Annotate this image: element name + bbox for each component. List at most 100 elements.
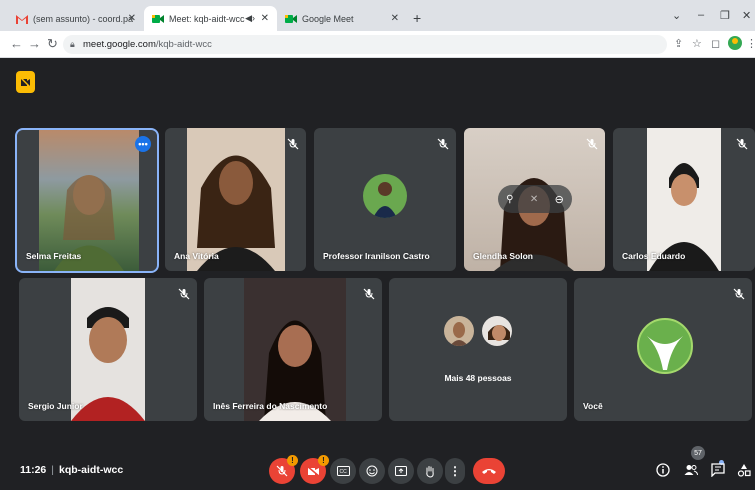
participant-name: Glendha Solon bbox=[473, 251, 533, 261]
mic-off-icon bbox=[287, 138, 299, 150]
participant-tile-glendha[interactable]: ⚲ ✕ ⊖ Glendha Solon bbox=[464, 128, 605, 271]
mic-toggle-button[interactable]: ! bbox=[269, 455, 298, 484]
participant-name: Sergio Junior bbox=[28, 401, 83, 411]
camera-off-icon bbox=[306, 465, 320, 477]
back-icon[interactable]: ← bbox=[10, 36, 23, 51]
close-icon[interactable]: ✕ bbox=[391, 13, 399, 24]
tab-label: Google Meet bbox=[302, 13, 354, 24]
captions-button[interactable]: CC bbox=[330, 458, 356, 484]
participant-tile-carlos[interactable]: Carlos Eduardo bbox=[613, 128, 755, 271]
participant-name: Inês Ferreira do Nascimento bbox=[213, 401, 328, 411]
share-icon[interactable]: ⇪ bbox=[674, 37, 683, 50]
end-call-icon bbox=[482, 469, 496, 474]
mic-off-icon bbox=[586, 138, 598, 150]
tab-search-icon[interactable]: ⌄ bbox=[672, 9, 681, 22]
tab-gmail[interactable]: (sem assunto) - coord.pacajus@ ✕ bbox=[8, 6, 144, 31]
meeting-time: 11:26 bbox=[20, 464, 47, 476]
svg-text:CC: CC bbox=[339, 469, 347, 475]
participant-video bbox=[39, 130, 139, 271]
self-tile[interactable]: Você bbox=[574, 278, 752, 421]
restore-icon[interactable]: ❐ bbox=[720, 9, 730, 22]
forward-icon[interactable]: → bbox=[28, 36, 41, 51]
present-button[interactable] bbox=[388, 458, 414, 484]
more-options-button[interactable]: ⋮ bbox=[445, 458, 465, 484]
mic-off-icon bbox=[363, 288, 375, 300]
activities-icon bbox=[737, 464, 751, 477]
side-panel-icon[interactable]: ◻ bbox=[711, 37, 720, 50]
tab-google-meet[interactable]: Google Meet ✕ bbox=[277, 6, 407, 31]
profile-avatar[interactable] bbox=[728, 36, 742, 53]
mic-off-icon bbox=[736, 138, 748, 150]
meet-icon bbox=[152, 14, 164, 24]
tile-hover-controls: ⚲ ✕ ⊖ bbox=[498, 185, 572, 213]
raise-hand-icon bbox=[426, 465, 434, 478]
avatar bbox=[480, 314, 514, 348]
others-count-label: Mais 48 pessoas bbox=[444, 373, 512, 383]
lock-icon: 🔒︎ bbox=[70, 39, 75, 49]
bookmark-star-icon[interactable]: ☆ bbox=[692, 37, 702, 50]
url-domain: meet.google.com bbox=[83, 39, 156, 50]
meeting-controls-bar: 11:26 | kqb-aidt-wcc ! ! CC ⋮ 57 bbox=[0, 446, 755, 490]
participant-video bbox=[71, 278, 145, 421]
chat-icon bbox=[711, 463, 725, 477]
warning-icon: ! bbox=[287, 455, 298, 466]
participant-video bbox=[647, 128, 721, 271]
participant-video bbox=[187, 128, 285, 271]
more-options-icon: ⋮ bbox=[449, 464, 461, 478]
speaker-icon[interactable]: ◀› bbox=[245, 13, 255, 24]
remove-icon[interactable]: ⊖ bbox=[555, 193, 564, 206]
participant-count-badge: 57 bbox=[691, 446, 705, 460]
more-options-icon[interactable]: ••• bbox=[135, 136, 151, 152]
camera-toggle-button[interactable]: ! bbox=[300, 455, 329, 484]
activities-button[interactable] bbox=[735, 461, 753, 479]
mic-off-icon bbox=[276, 465, 288, 477]
raise-hand-button[interactable] bbox=[417, 458, 443, 484]
browser-tab-strip: (sem assunto) - coord.pacajus@ ✕ Meet: k… bbox=[0, 0, 755, 31]
avatar bbox=[444, 316, 474, 346]
video-off-icon bbox=[20, 76, 31, 88]
emoji-icon bbox=[366, 465, 378, 477]
avatar bbox=[363, 174, 407, 218]
warning-icon: ! bbox=[318, 455, 329, 466]
participant-name: Professor Iranilson Castro bbox=[323, 251, 430, 261]
minimize-icon[interactable]: – bbox=[698, 9, 704, 21]
avatar bbox=[637, 318, 693, 374]
mute-participant-icon[interactable]: ✕ bbox=[530, 194, 538, 205]
gmail-icon bbox=[16, 14, 28, 24]
pin-icon[interactable]: ⚲ bbox=[506, 194, 513, 205]
meeting-details-button[interactable] bbox=[654, 461, 672, 479]
participant-name: Você bbox=[583, 401, 603, 411]
participant-tile-iranilson[interactable]: Professor Iranilson Castro bbox=[314, 128, 456, 271]
meeting-code: kqb-aidt-wcc bbox=[59, 464, 124, 476]
close-icon[interactable]: ✕ bbox=[128, 13, 136, 24]
captions-icon: CC bbox=[336, 466, 350, 476]
mic-off-icon bbox=[437, 138, 449, 150]
menu-icon[interactable]: ⋮ bbox=[746, 37, 755, 50]
chat-button[interactable] bbox=[709, 461, 727, 479]
participant-tile-selma[interactable]: ••• Selma Freitas bbox=[15, 128, 159, 273]
reactions-button[interactable] bbox=[359, 458, 385, 484]
others-tile[interactable]: Mais 48 pessoas bbox=[389, 278, 567, 421]
address-bar-row: ← → ↻ 🔒︎ meet.google.com/kqb-aidt-wcc ⇪ … bbox=[0, 31, 755, 58]
tab-label: (sem assunto) - coord.pacajus@ bbox=[33, 13, 133, 24]
separator: | bbox=[51, 464, 55, 476]
reload-icon[interactable]: ↻ bbox=[47, 36, 58, 52]
participant-tile-ana[interactable]: Ana Vitória bbox=[165, 128, 306, 271]
url-input[interactable]: 🔒︎ meet.google.com/kqb-aidt-wcc bbox=[63, 35, 667, 54]
info-icon bbox=[656, 463, 670, 477]
participant-tile-ines[interactable]: Inês Ferreira do Nascimento bbox=[204, 278, 382, 421]
participant-tile-sergio[interactable]: Sergio Junior bbox=[19, 278, 197, 421]
recording-badge[interactable] bbox=[16, 71, 35, 93]
url-path: /kqb-aidt-wcc bbox=[155, 39, 212, 50]
mic-off-icon bbox=[733, 288, 745, 300]
new-tab-button[interactable]: + bbox=[413, 10, 421, 26]
people-button[interactable] bbox=[682, 461, 700, 479]
leave-call-button[interactable] bbox=[473, 458, 505, 484]
meeting-details: 11:26 | kqb-aidt-wcc bbox=[20, 464, 123, 476]
participant-name: Carlos Eduardo bbox=[622, 251, 686, 261]
close-window-icon[interactable]: ✕ bbox=[742, 9, 751, 22]
close-icon[interactable]: ✕ bbox=[261, 13, 269, 24]
tab-meet-active[interactable]: Meet: kqb-aidt-wcc ◀› ✕ bbox=[144, 6, 277, 31]
present-icon bbox=[395, 466, 407, 476]
participant-name: Selma Freitas bbox=[26, 251, 82, 261]
